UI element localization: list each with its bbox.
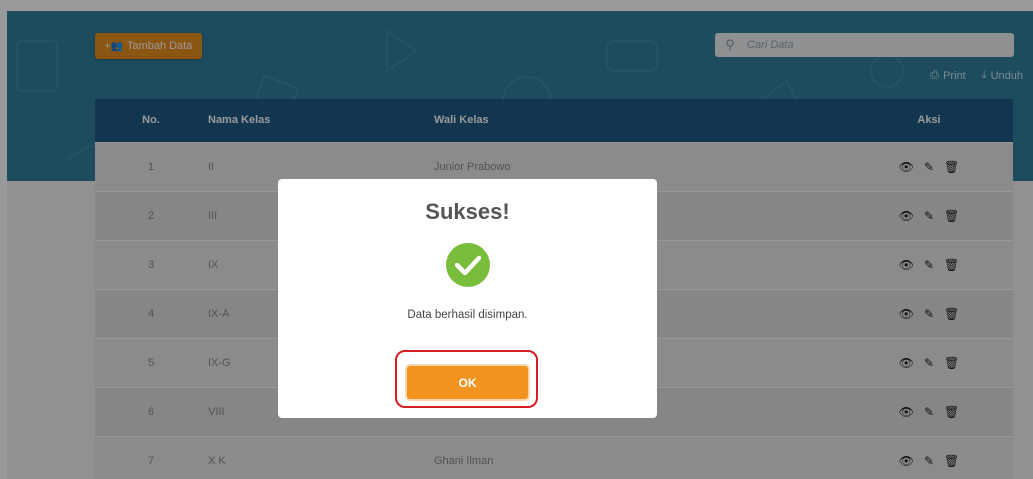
ok-button[interactable]: OK: [407, 366, 528, 399]
checkmark-icon: [454, 255, 481, 275]
dialog-message: Data berhasil disimpan.: [407, 309, 528, 321]
success-check-icon: [445, 243, 490, 287]
success-dialog: Sukses! Data berhasil disimpan. OK: [278, 179, 657, 418]
dialog-title: Sukses!: [425, 199, 510, 224]
